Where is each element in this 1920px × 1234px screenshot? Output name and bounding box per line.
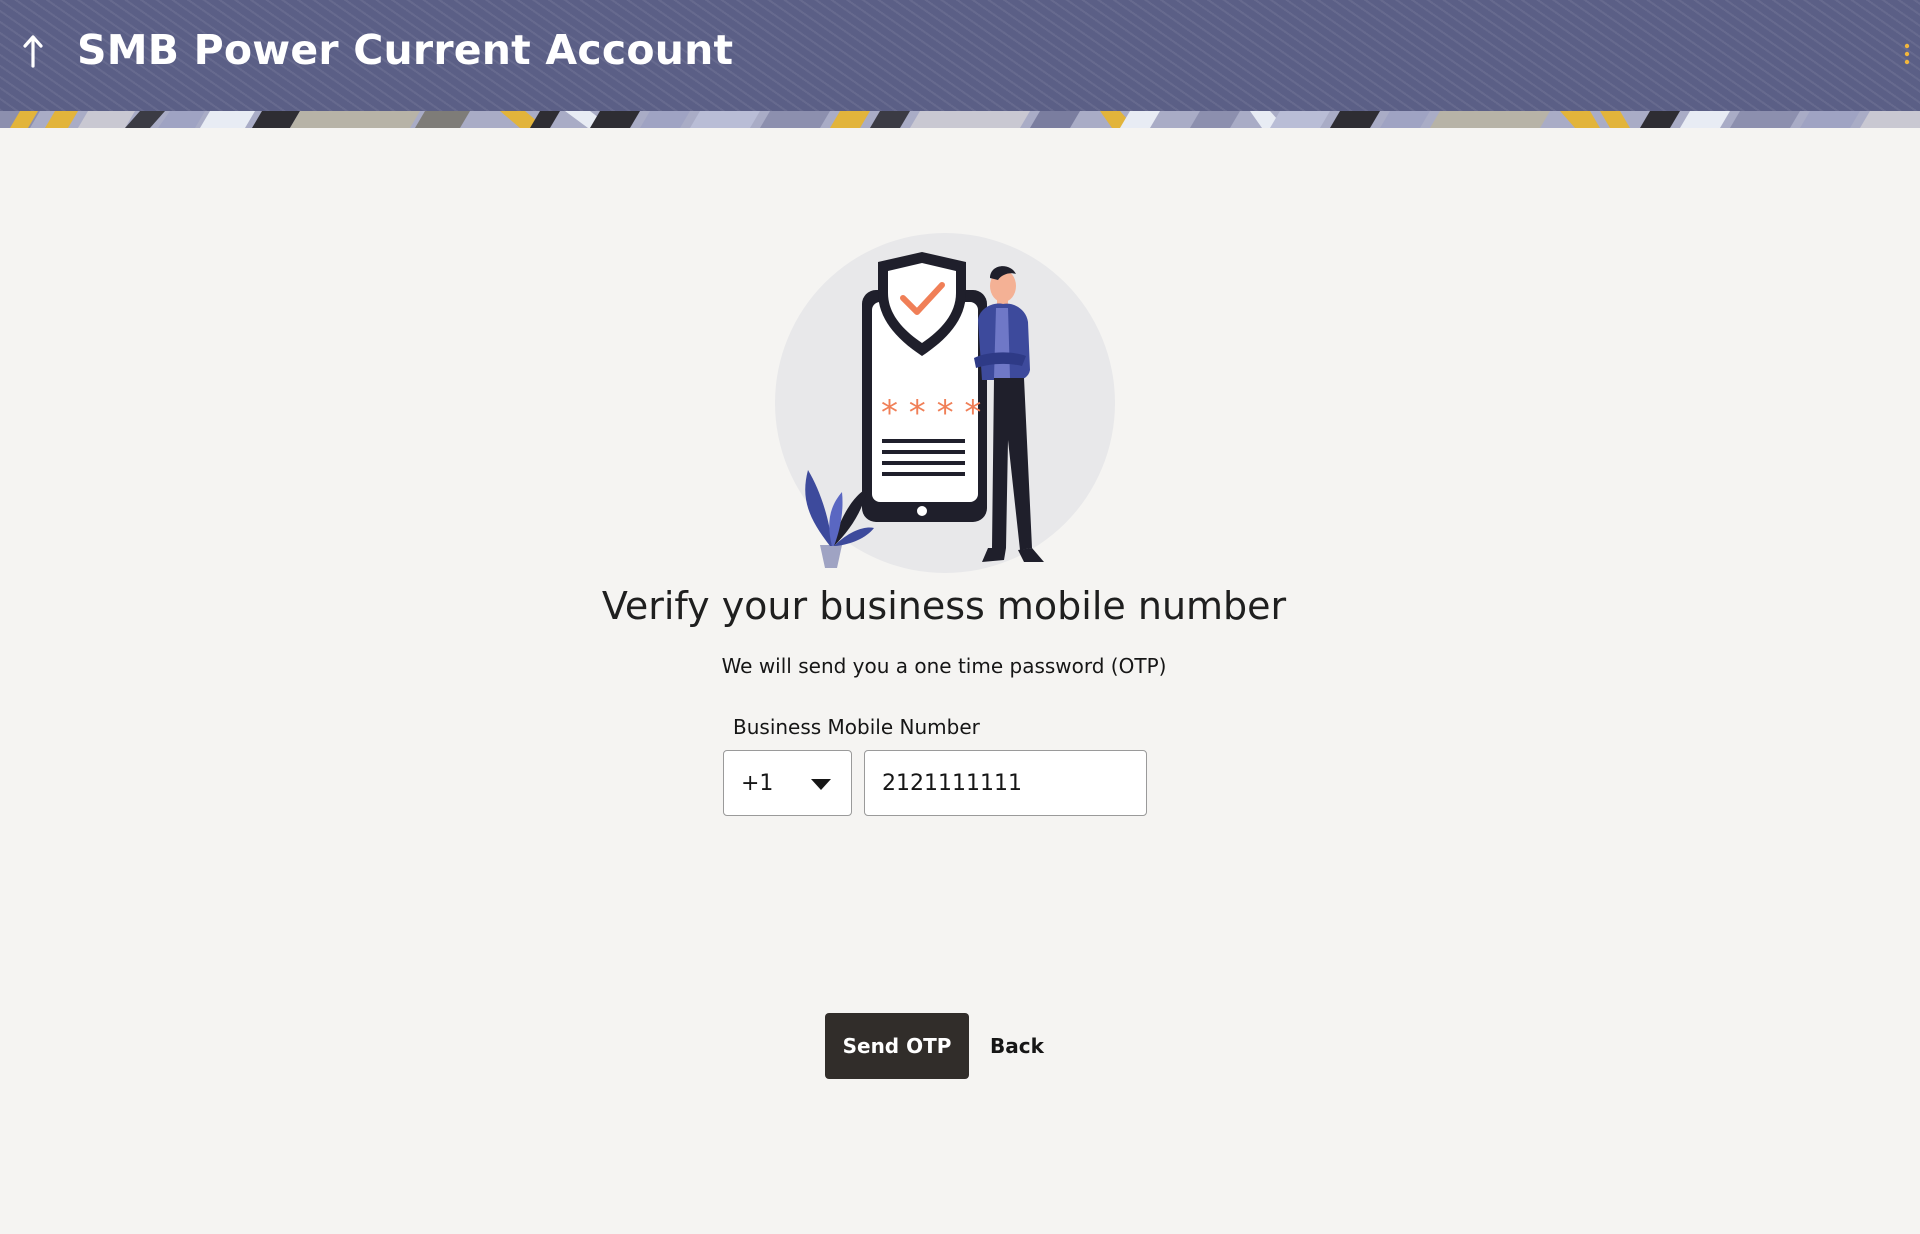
page-title: SMB Power Current Account xyxy=(77,26,734,74)
kebab-menu-icon[interactable] xyxy=(1898,40,1916,70)
country-code-select[interactable]: +1 xyxy=(723,750,852,816)
app-header: SMB Power Current Account xyxy=(0,0,1920,111)
up-arrow-icon[interactable] xyxy=(18,30,48,70)
decorative-banner-strip xyxy=(0,111,1920,128)
send-otp-button[interactable]: Send OTP xyxy=(825,1013,969,1079)
mobile-number-input[interactable] xyxy=(864,750,1147,816)
otp-subheading: We will send you a one time password (OT… xyxy=(721,654,1167,678)
caret-down-icon xyxy=(811,779,831,790)
svg-text:* * * *: * * * * xyxy=(881,393,981,433)
back-button[interactable]: Back xyxy=(980,1013,1054,1079)
secure-phone-verification-illustration: * * * * xyxy=(775,233,1115,573)
mobile-number-label: Business Mobile Number xyxy=(733,715,980,739)
verify-heading: Verify your business mobile number xyxy=(601,584,1287,628)
country-code-value: +1 xyxy=(741,771,774,796)
